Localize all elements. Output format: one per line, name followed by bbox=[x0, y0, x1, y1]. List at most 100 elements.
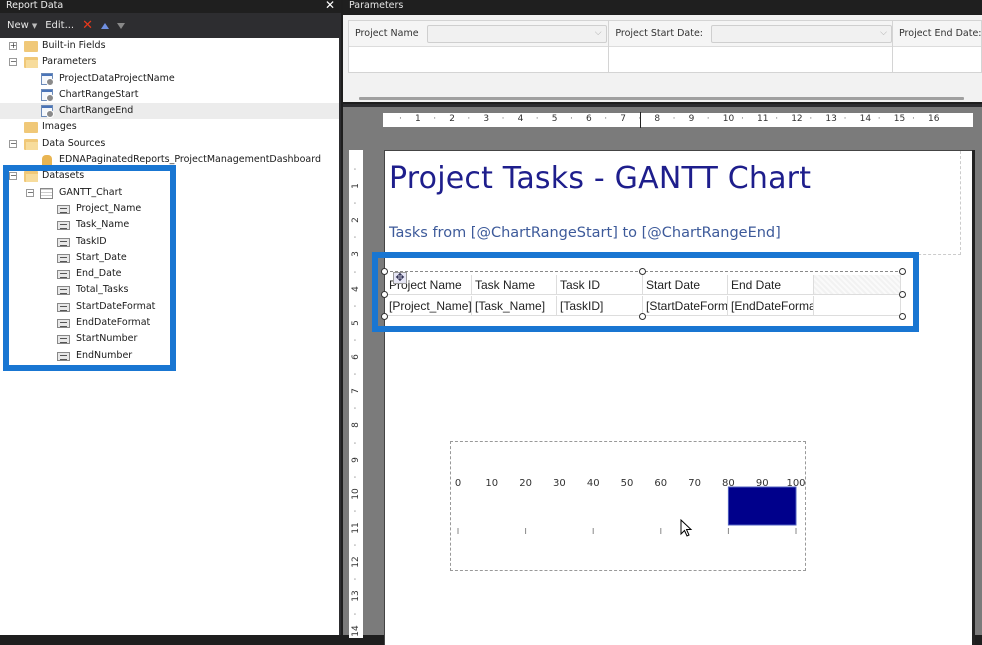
tree-node-datasets[interactable]: − Datasets bbox=[0, 168, 339, 184]
resize-handle[interactable] bbox=[381, 313, 388, 320]
ruler-tick-label: 16 bbox=[928, 114, 940, 124]
ruler-tick-label: 9 bbox=[351, 456, 361, 463]
resize-handle[interactable] bbox=[899, 291, 906, 298]
detail-cell[interactable]: [EndDateForma bbox=[728, 296, 814, 316]
tree-node-data-sources[interactable]: − Data Sources bbox=[0, 136, 339, 152]
x-tick-label: 10 bbox=[485, 478, 498, 489]
expand-plus-icon[interactable]: + bbox=[9, 42, 17, 50]
tree-node-field[interactable]: Task_Name bbox=[0, 217, 339, 233]
folder-icon bbox=[24, 122, 38, 134]
report-designer: Parameters Project Name ⌵ Project Start … bbox=[343, 0, 982, 645]
tree-node-dataset[interactable]: − GANTT_Chart bbox=[0, 185, 339, 201]
collapse-minus-icon[interactable]: − bbox=[26, 188, 34, 197]
parameters-grid: Project Name ⌵ Project Start Date: ⌵ Pro… bbox=[348, 20, 982, 73]
parameters-scrollbar[interactable] bbox=[359, 97, 964, 100]
tree-node-parameter-selected[interactable]: ChartRangeEnd bbox=[0, 103, 339, 120]
ruler-tick-label: 8 bbox=[654, 114, 661, 124]
field-icon bbox=[57, 253, 70, 263]
database-icon bbox=[42, 155, 52, 168]
field-icon bbox=[57, 221, 70, 231]
tree-node-built-in-fields[interactable]: + Built-in Fields bbox=[0, 38, 339, 54]
detail-cell[interactable]: [Project_Name] bbox=[386, 296, 472, 316]
close-icon[interactable]: ✕ bbox=[325, 0, 335, 11]
tree-node-field[interactable]: Project_Name bbox=[0, 201, 339, 217]
ruler-minor-tick: · bbox=[399, 114, 402, 124]
move-handle-icon[interactable]: ✥ bbox=[393, 272, 407, 284]
tree-node-label: Datasets bbox=[42, 170, 85, 182]
tree-node-field[interactable]: Start_Date bbox=[0, 250, 339, 266]
ruler-tick-label: 3 bbox=[351, 251, 361, 258]
report-title[interactable]: Project Tasks - GANTT Chart bbox=[389, 161, 811, 196]
x-tick-label: 0 bbox=[455, 478, 461, 489]
resize-handle[interactable] bbox=[639, 268, 646, 275]
arrow-up-icon bbox=[101, 22, 110, 29]
parameters-pane: Project Name ⌵ Project Start Date: ⌵ Pro… bbox=[343, 15, 982, 102]
header-cell[interactable]: Start Date bbox=[643, 275, 728, 295]
tree-node-field[interactable]: Total_Tasks bbox=[0, 282, 339, 298]
header-cell[interactable]: Task ID bbox=[557, 275, 643, 295]
ruler-tick-label: 6 bbox=[351, 354, 361, 360]
project-name-dropdown[interactable]: ⌵ bbox=[426, 24, 607, 43]
tree-node-field[interactable]: TaskID bbox=[0, 234, 339, 250]
gantt-chart[interactable]: 0 10 20 30 40 50 60 70 80 90 100 bbox=[450, 441, 806, 571]
tree-node-parameter[interactable]: ChartRangeStart bbox=[0, 87, 339, 103]
edit-button[interactable]: Edit... bbox=[45, 20, 74, 31]
tree-node-data-source[interactable]: EDNAPaginatedReports_ProjectManagementDa… bbox=[0, 152, 339, 168]
detail-cell[interactable]: [TaskID] bbox=[557, 296, 643, 316]
detail-cell[interactable] bbox=[814, 296, 901, 316]
tree-node-field[interactable]: End_Date bbox=[0, 266, 339, 282]
tree-node-parameter[interactable]: ProjectDataProjectName bbox=[0, 71, 339, 87]
detail-cell[interactable]: [StartDateForm bbox=[643, 296, 728, 316]
horizontal-ruler: 1·2·3·4·5·6·7·8·9·10·11·12·13·14·15·16· bbox=[383, 113, 973, 127]
folder-icon bbox=[24, 41, 38, 52]
tree-node-field[interactable]: StartNumber bbox=[0, 331, 339, 347]
ruler-minor-tick: · bbox=[604, 114, 608, 124]
ruler-minor-tick: · bbox=[809, 114, 813, 124]
parameter-icon bbox=[41, 72, 54, 86]
tree-node-label: EndNumber bbox=[76, 349, 133, 361]
collapse-minus-icon[interactable]: − bbox=[9, 172, 17, 181]
collapse-minus-icon[interactable]: − bbox=[9, 58, 17, 67]
ruler-tick-label: 11 bbox=[757, 114, 769, 124]
tree-node-label: ChartRangeEnd bbox=[59, 105, 134, 117]
delete-button[interactable]: ✕ bbox=[82, 17, 94, 33]
tree-node-parameters[interactable]: − Parameters bbox=[0, 54, 339, 70]
tree-node-field[interactable]: EndDateFormat bbox=[0, 315, 339, 331]
delete-x-icon: ✕ bbox=[82, 17, 94, 33]
tree-node-label: End_Date bbox=[76, 268, 122, 280]
header-cell[interactable]: End Date bbox=[728, 275, 814, 295]
resize-handle[interactable] bbox=[381, 291, 388, 298]
tree-node-field[interactable]: StartDateFormat bbox=[0, 299, 339, 315]
gantt-bar[interactable] bbox=[727, 486, 797, 526]
x-tick-label: 20 bbox=[519, 478, 532, 489]
ruler-tick-label: 13 bbox=[825, 114, 837, 124]
ruler-minor-tick: · bbox=[706, 114, 710, 124]
header-cell-empty[interactable] bbox=[814, 275, 901, 295]
field-icon bbox=[57, 319, 70, 329]
report-subtitle[interactable]: Tasks from [@ChartRangeStart] to [@Chart… bbox=[389, 225, 781, 241]
dataset-table-icon bbox=[40, 187, 53, 199]
project-start-date-dropdown[interactable]: ⌵ bbox=[711, 24, 892, 43]
tree-node-label: Project_Name bbox=[76, 202, 142, 214]
resize-handle[interactable] bbox=[899, 313, 906, 320]
header-cell[interactable]: Task Name bbox=[472, 275, 557, 295]
tree-node-images[interactable]: Images bbox=[0, 119, 339, 135]
move-up-button[interactable] bbox=[101, 22, 110, 29]
resize-handle[interactable] bbox=[899, 268, 906, 275]
ruler-minor-tick: · bbox=[351, 235, 361, 239]
ruler-tick-label: 8 bbox=[351, 422, 361, 429]
parameter-icon bbox=[41, 88, 54, 102]
resize-handle[interactable] bbox=[639, 313, 646, 320]
field-icon bbox=[57, 204, 70, 214]
ruler-tick-label: 2 bbox=[351, 217, 361, 224]
detail-cell[interactable]: [Task_Name] bbox=[472, 296, 557, 316]
move-down-button[interactable] bbox=[117, 22, 126, 29]
resize-handle[interactable] bbox=[381, 268, 388, 275]
tasks-table[interactable]: Project Name Task Name Task ID Start Dat… bbox=[381, 268, 906, 320]
ruler-tick-label: 14 bbox=[351, 624, 361, 637]
collapse-minus-icon[interactable]: − bbox=[9, 139, 17, 148]
tree-node-field[interactable]: EndNumber bbox=[0, 348, 339, 364]
new-button[interactable]: New ▼ bbox=[7, 20, 37, 31]
ruler-tick-label: 14 bbox=[859, 114, 872, 124]
ruler-minor-tick: · bbox=[843, 114, 847, 124]
